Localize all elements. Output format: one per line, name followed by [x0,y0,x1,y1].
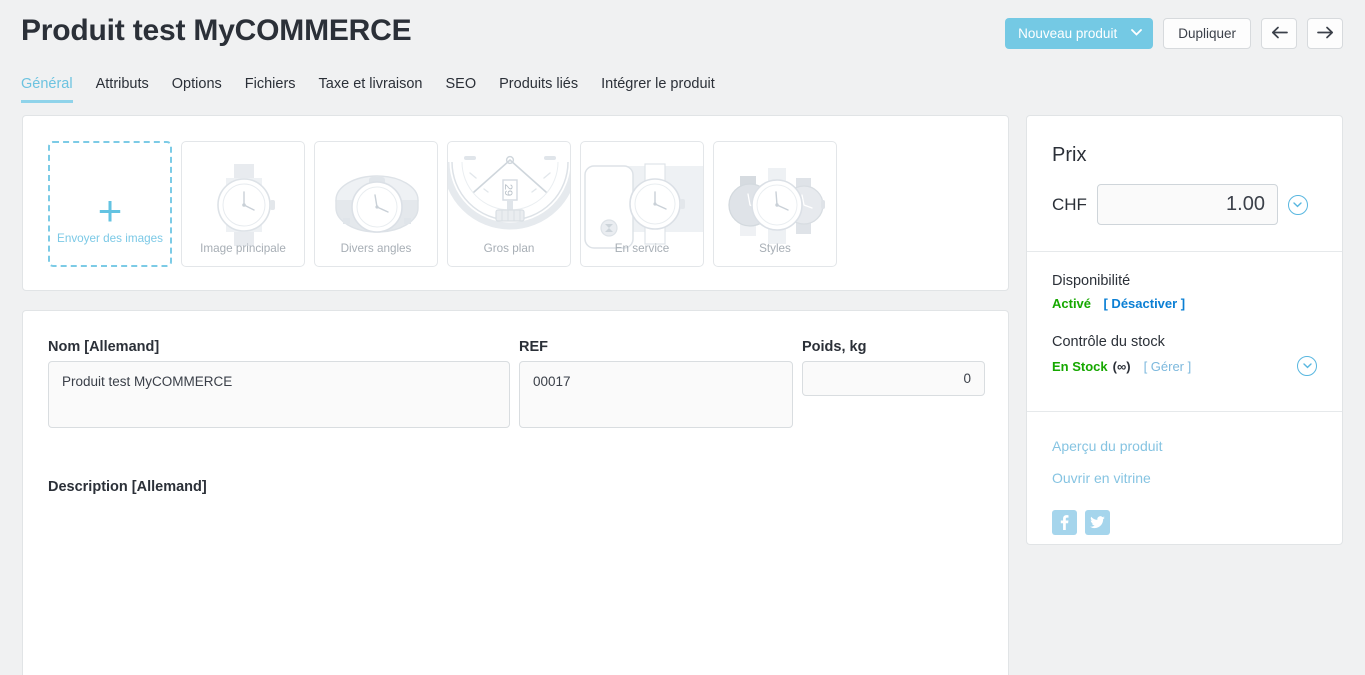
stock-row: En Stock (∞) [ Gérer ] [1052,356,1317,376]
weight-input[interactable] [802,361,985,396]
facebook-icon[interactable] [1052,510,1077,535]
plus-icon: + [97,187,123,234]
availability-toggle-link[interactable]: [ Désactiver ] [1103,296,1185,311]
arrow-left-icon [1271,26,1288,42]
product-sidebar-card: Prix CHF Disponibilité Activé [ Désactiv… [1026,115,1343,545]
tab-options[interactable]: Options [172,76,222,103]
availability-section: Disponibilité Activé [ Désactiver ] Cont… [1027,273,1342,376]
stock-manage-link[interactable]: [ Gérer ] [1144,359,1192,374]
next-product-button[interactable] [1307,18,1343,49]
stock-quantity: (∞) [1112,358,1131,374]
product-images-card: + Envoyer des images Image principale Di… [22,115,1009,291]
svg-text:29: 29 [502,184,514,196]
image-tiles: + Envoyer des images Image principale Di… [48,141,837,267]
weight-label: Poids, kg [802,339,867,355]
chevron-down-icon [1131,28,1143,39]
open-storefront-link[interactable]: Ouvrir en vitrine [1052,470,1317,486]
availability-row: Activé [ Désactiver ] [1052,295,1317,313]
availability-heading: Disponibilité [1052,273,1131,289]
tab-fichiers[interactable]: Fichiers [245,76,296,103]
availability-status-badge: Activé [1052,296,1092,311]
header-actions: Nouveau produit Dupliquer [1005,18,1343,49]
image-tile-main-label: Image principale [200,242,286,255]
image-tile-styles[interactable]: Styles [713,141,837,267]
image-tile-angles[interactable]: Divers angles [314,141,438,267]
arrow-right-icon [1316,26,1334,42]
links-section: Aperçu du produit Ouvrir en vitrine [1027,438,1342,535]
stock-status-badge: En Stock [1052,358,1108,374]
product-preview-link[interactable]: Aperçu du produit [1052,438,1317,454]
name-input[interactable]: Produit test MyCOMMERCE [48,361,510,428]
price-section: Prix CHF [1027,144,1342,225]
price-heading: Prix [1052,144,1087,166]
page-header: Produit test MyCOMMERCE Nouveau produit … [0,0,1365,112]
product-form-card: Nom [Allemand] Produit test MyCOMMERCE R… [22,310,1009,675]
stock-heading: Contrôle du stock [1052,334,1165,350]
image-tile-main[interactable]: Image principale [181,141,305,267]
image-tile-closeup[interactable]: 29 Gros plan [447,141,571,267]
currency-label: CHF [1052,194,1087,214]
duplicate-label: Dupliquer [1178,26,1236,41]
image-tile-inuse-label: En service [614,242,670,255]
tab-attributs[interactable]: Attributs [96,76,149,103]
tab-taxe-et-livraison[interactable]: Taxe et livraison [319,76,423,103]
divider-1 [1027,251,1342,252]
name-label: Nom [Allemand] [48,339,160,355]
twitter-icon[interactable] [1085,510,1110,535]
upload-images-label: Envoyer des images [57,232,163,245]
image-tile-angles-label: Divers angles [340,242,412,255]
duplicate-button[interactable]: Dupliquer [1163,18,1251,49]
tab-produits-lies[interactable]: Produits liés [499,76,578,103]
previous-product-button[interactable] [1261,18,1297,49]
image-tile-inuse[interactable]: En service [580,141,704,267]
new-product-button[interactable]: Nouveau produit [1005,18,1154,49]
stock-expand-chevron-down-icon[interactable] [1297,356,1317,376]
tab-seo[interactable]: SEO [446,76,477,103]
price-expand-chevron-down-icon[interactable] [1287,194,1308,215]
page-title: Produit test MyCOMMERCE [21,14,412,47]
image-tile-styles-label: Styles [759,242,791,255]
image-tile-closeup-label: Gros plan [483,242,535,255]
ref-label: REF [519,339,548,355]
divider-2 [1027,411,1342,412]
description-label: Description [Allemand] [48,479,207,495]
tab-integrer-le-produit[interactable]: Intégrer le produit [601,76,715,103]
new-product-label: Nouveau produit [1018,26,1118,41]
upload-images-tile[interactable]: + Envoyer des images [48,141,172,267]
tab-bar: Général Attributs Options Fichiers Taxe … [21,76,715,103]
price-row: CHF [1052,184,1317,225]
tab-general[interactable]: Général [21,76,73,103]
price-input[interactable] [1096,184,1278,225]
ref-input[interactable]: 00017 [519,361,793,428]
social-share-group [1052,510,1317,535]
product-edit-page: Produit test MyCOMMERCE Nouveau produit … [0,0,1365,675]
